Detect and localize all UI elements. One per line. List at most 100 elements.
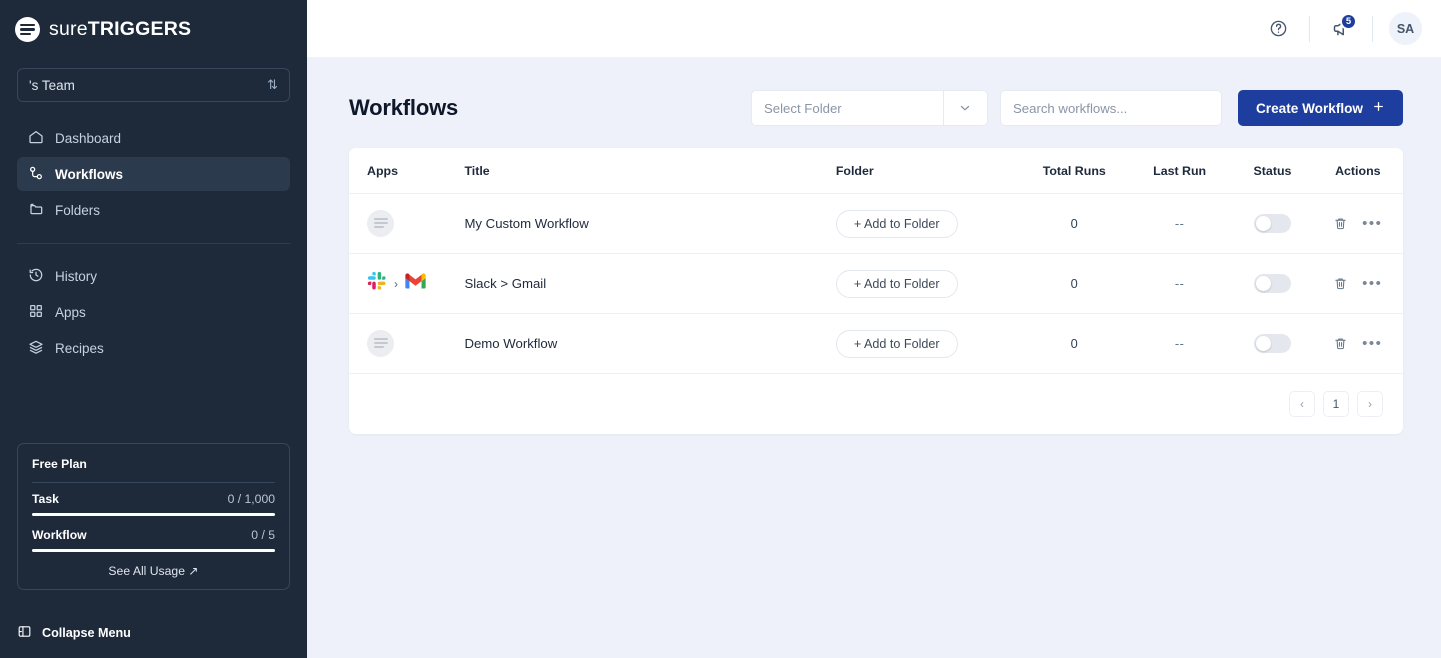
megaphone-icon[interactable]: 5 <box>1324 12 1358 46</box>
folder-icon <box>28 201 44 220</box>
topbar-divider <box>1309 15 1310 42</box>
clock-history-icon <box>28 267 44 286</box>
cell-folder: + Add to Folder <box>835 193 1022 254</box>
column-header-actions: Actions <box>1312 148 1403 194</box>
home-icon <box>28 129 44 148</box>
collapse-menu-button[interactable]: Collapse Menu <box>17 624 131 642</box>
sidebar-item-label: History <box>55 268 98 284</box>
sidebar-item-dashboard[interactable]: Dashboard <box>17 121 290 155</box>
sidebar-item-label: Workflows <box>55 166 124 182</box>
team-switcher[interactable]: 's Team ⇅ <box>17 68 290 102</box>
ellipsis-icon[interactable]: ••• <box>1362 215 1382 232</box>
sidebar-item-apps[interactable]: Apps <box>17 295 290 329</box>
cell-total-runs: 0 <box>1021 253 1127 314</box>
sidebar-divider <box>17 243 290 244</box>
cell-title: Demo Workflow <box>464 313 836 374</box>
layers-recipes-icon <box>28 339 44 358</box>
workflows-table: Apps Title Folder Total Runs Last Run St… <box>349 148 1403 374</box>
add-to-folder-button[interactable]: + Add to Folder <box>835 329 958 358</box>
last-run-value: -- <box>1174 335 1185 351</box>
chevron-down-icon[interactable] <box>942 91 987 125</box>
table-row: My Custom Workflow + Add to Folder 0 -- <box>349 193 1403 254</box>
collapse-panel-icon <box>17 624 32 642</box>
status-toggle[interactable] <box>1253 334 1291 353</box>
cell-folder: + Add to Folder <box>835 253 1022 314</box>
table-row: › Slack > Gmail + Add to Folder 0 -- ••• <box>349 253 1403 314</box>
ellipsis-icon[interactable]: ••• <box>1362 335 1382 352</box>
pagination-prev[interactable]: ‹ <box>1289 391 1315 417</box>
brand-logo[interactable]: sureTRIGGERS <box>0 0 307 42</box>
column-header-apps: Apps <box>349 148 465 194</box>
trash-icon[interactable] <box>1333 276 1348 291</box>
brand-name-bold: TRIGGERS <box>87 18 192 40</box>
sidebar-item-label: Recipes <box>55 340 104 356</box>
folder-select[interactable]: Select Folder <box>750 90 988 126</box>
workflow-title[interactable]: My Custom Workflow <box>464 216 588 231</box>
column-header-folder: Folder <box>835 148 1022 194</box>
avatar[interactable]: SA <box>1389 12 1422 45</box>
create-workflow-label: Create Workflow <box>1255 100 1363 116</box>
sidebar-item-workflows[interactable]: Workflows <box>17 157 290 191</box>
topbar: 5 SA <box>307 0 1441 57</box>
cell-title: Slack > Gmail <box>464 253 836 314</box>
sidebar-item-recipes[interactable]: Recipes <box>17 331 290 365</box>
cell-total-runs: 0 <box>1021 313 1127 374</box>
sidebar: sureTRIGGERS 's Team ⇅ Dashboard Workflo… <box>0 0 307 658</box>
grid-apps-icon <box>28 303 44 322</box>
pagination-page-1[interactable]: 1 <box>1323 391 1349 417</box>
workflows-table-card: Apps Title Folder Total Runs Last Run St… <box>349 148 1403 434</box>
plus-icon <box>1372 100 1385 116</box>
sidebar-item-label: Apps <box>55 304 86 320</box>
cell-title: My Custom Workflow <box>464 193 836 254</box>
trash-icon[interactable] <box>1333 216 1348 231</box>
create-workflow-button[interactable]: Create Workflow <box>1237 90 1403 126</box>
table-header-row: Apps Title Folder Total Runs Last Run St… <box>349 148 1403 194</box>
sort-updown-icon: ⇅ <box>267 77 278 92</box>
add-to-folder-button[interactable]: + Add to Folder <box>835 209 958 238</box>
cell-actions: ••• <box>1312 253 1403 314</box>
cell-last-run: -- <box>1126 313 1233 374</box>
usage-meter-workflow-bar <box>32 549 275 552</box>
cell-status <box>1232 193 1313 254</box>
status-toggle[interactable] <box>1253 274 1291 293</box>
add-to-folder-button[interactable]: + Add to Folder <box>835 269 958 298</box>
suretriggers-generic-icon <box>367 330 394 357</box>
sidebar-item-folders[interactable]: Folders <box>17 193 290 227</box>
pagination-next[interactable]: › <box>1357 391 1383 417</box>
total-runs-value: 0 <box>1070 335 1078 351</box>
plan-title: Free Plan <box>32 457 87 471</box>
cell-apps <box>349 313 465 374</box>
see-all-usage-link[interactable]: See All Usage ↗ <box>32 564 275 578</box>
help-circle-icon[interactable] <box>1261 12 1295 46</box>
usage-meter-value: 0 / 5 <box>251 528 275 542</box>
topbar-divider <box>1372 15 1373 42</box>
search-input[interactable] <box>999 90 1222 126</box>
ellipsis-icon[interactable]: ••• <box>1362 275 1382 292</box>
cell-last-run: -- <box>1126 253 1233 314</box>
status-toggle[interactable] <box>1253 214 1291 233</box>
column-header-title: Title <box>464 148 836 194</box>
total-runs-value: 0 <box>1070 215 1078 231</box>
workflow-title[interactable]: Demo Workflow <box>464 336 557 351</box>
trash-icon[interactable] <box>1333 336 1348 351</box>
cell-last-run: -- <box>1126 193 1233 254</box>
usage-meter-label: Task <box>32 492 59 506</box>
brand-name-light: sure <box>49 18 88 40</box>
slack-icon <box>367 271 387 296</box>
folder-select-placeholder: Select Folder <box>763 100 842 116</box>
table-row: Demo Workflow + Add to Folder 0 -- ••• <box>349 313 1403 374</box>
brand-wordmark: sureTRIGGERS <box>49 18 191 41</box>
suretriggers-generic-icon <box>367 210 394 237</box>
total-runs-value: 0 <box>1070 275 1078 291</box>
sidebar-item-label: Folders <box>55 202 101 218</box>
workflow-title[interactable]: Slack > Gmail <box>464 276 546 291</box>
plan-divider <box>32 482 275 483</box>
cell-folder: + Add to Folder <box>835 313 1022 374</box>
column-header-last-run: Last Run <box>1126 148 1233 194</box>
main-area: 5 SA Workflows Select Folder Create Work… <box>307 0 1441 658</box>
workflows-toolbar: Workflows Select Folder Create Workflow <box>349 90 1403 126</box>
content-area: Workflows Select Folder Create Workflow <box>307 57 1441 658</box>
cell-actions: ••• <box>1312 313 1403 374</box>
last-run-value: -- <box>1174 215 1185 231</box>
sidebar-item-history[interactable]: History <box>17 259 290 293</box>
